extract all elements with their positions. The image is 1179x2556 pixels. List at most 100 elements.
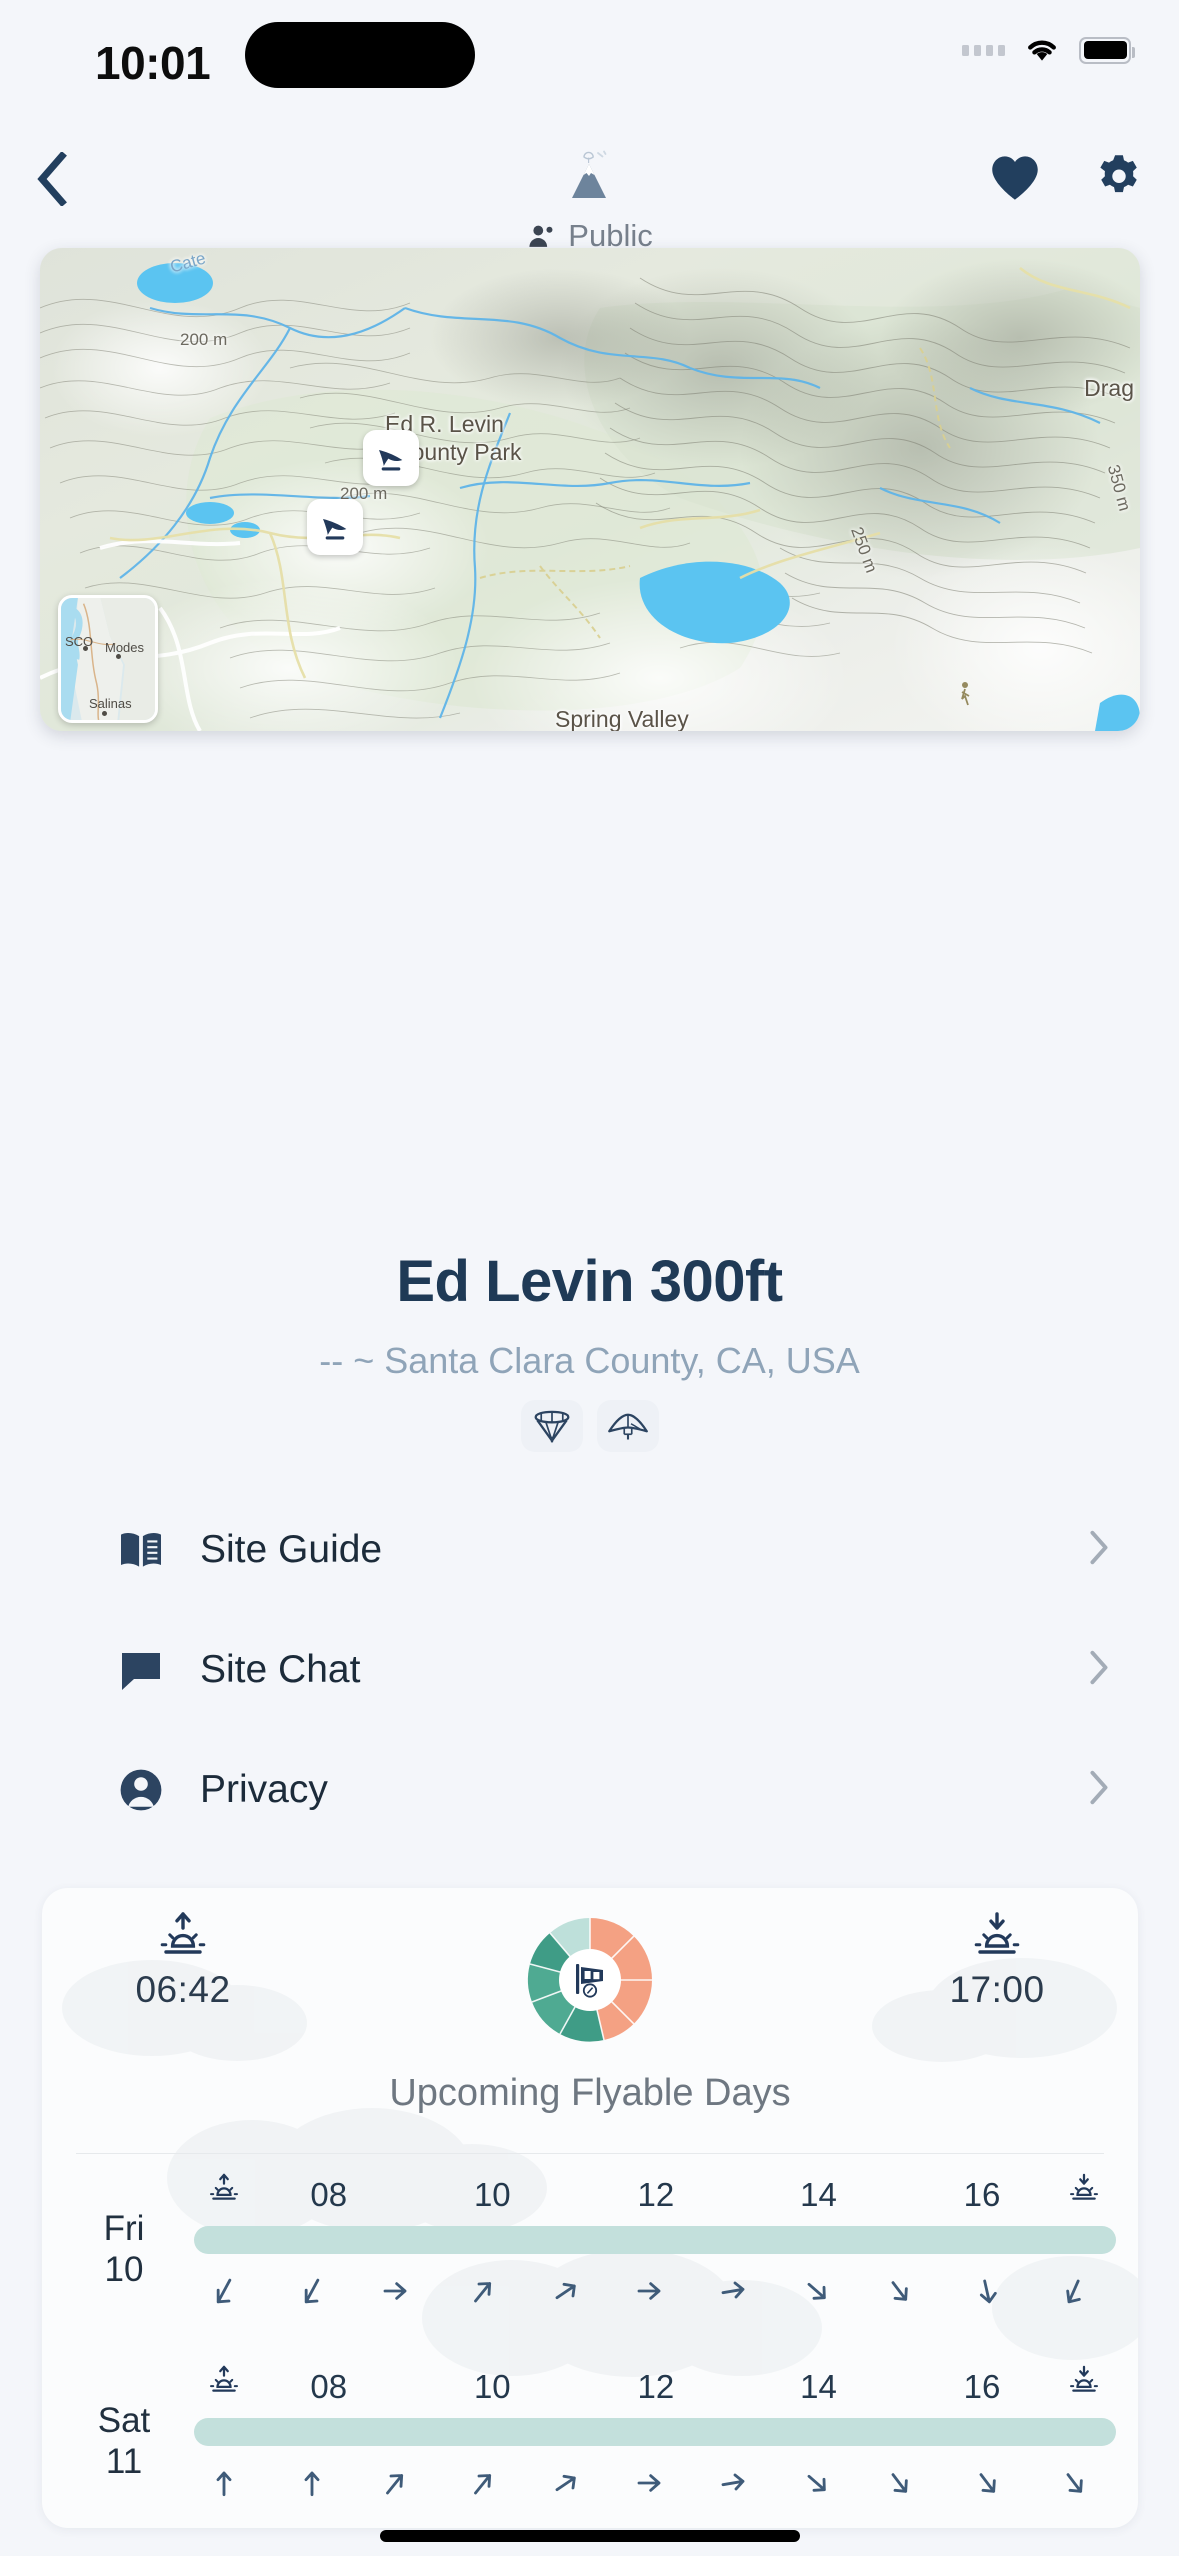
signal-dots-icon [962,44,1005,56]
menu-item-privacy[interactable]: Privacy [0,1730,1179,1850]
day-weekday: Fri [103,2209,145,2248]
hour-axis: 08 10 12 14 16 [192,2173,1116,2216]
sun-times-row: 06:42 17:00 [42,1888,1138,2074]
menu-label-privacy: Privacy [200,1768,328,1811]
inset-label-2: Modes [105,640,145,655]
wind-arrow-e [380,2274,410,2313]
favorite-button[interactable] [987,149,1043,207]
wifi-icon [1028,40,1056,61]
dynamic-island [245,22,475,88]
day-weekday: Sat [97,2401,151,2440]
page-subtitle: -- ~ Santa Clara County, CA, USA [319,1340,860,1381]
mountain-paraglider-logo-icon [571,150,606,198]
inset-dot-2 [116,654,121,659]
paraglider-launch-icon [379,450,403,471]
status-bar: 10:01 [0,0,1179,135]
wind-arrow-ne [468,2274,498,2313]
menu-label-site-guide: Site Guide [200,1528,383,1571]
sunset-block: 17:00 [892,1912,1102,2011]
wind-arrow-se [801,2466,831,2505]
paraglider-badge[interactable] [520,1400,583,1452]
sunset-icon [974,1912,1020,1954]
flyable-days-card: 06:42 17:00 Upcoming Flyable Days Fri 10… [42,1888,1138,2528]
contour-label-1: 200 m [180,330,228,349]
hour-label: 10 [473,2368,511,2405]
wind-arrow-s [972,2466,1002,2505]
wind-arrow-sw [1059,2466,1089,2505]
sunrise-icon [160,1912,206,1954]
day-label: Sat 11 [76,2400,172,2483]
wind-arrow-se [801,2274,831,2313]
hour-label: 10 [473,2176,511,2213]
inset-dot-1 [83,646,88,651]
wind-arrow-ne [380,2466,410,2505]
forecast-divider [76,2153,1104,2154]
chevron-right-icon [1089,1770,1109,1811]
map-canvas [40,248,1140,731]
wind-arrow-sw [209,2274,239,2313]
hour-label: 14 [800,2368,837,2405]
inset-label-3: Salinas [89,696,132,711]
back-button[interactable] [22,149,82,209]
hour-axis: 08 10 12 14 16 [192,2365,1116,2408]
forecast-day-row[interactable]: Fri 10 08 10 12 14 16 [42,2166,1138,2366]
hour-label: 08 [310,2368,348,2405]
hangglider-icon [607,1413,648,1440]
flyable-window-bar [194,2226,1116,2254]
sunset-icon [1069,2365,1099,2400]
wind-arrow-sw [1059,2274,1089,2313]
navigation-bar [0,135,1179,220]
battery-icon [1079,36,1135,64]
wind-arrow-e [634,2466,664,2505]
map-inset-overview[interactable]: SCO Modes Salinas [58,595,158,723]
sunset-icon [1069,2173,1099,2208]
person-circle-icon [118,1768,164,1812]
hangglider-badge[interactable] [596,1400,659,1452]
chevron-left-icon [37,152,67,206]
inset-label-1: SCO [65,634,94,649]
gear-icon [1100,155,1137,193]
status-bar-indicators [962,36,1135,64]
hour-label: 16 [963,2368,1001,2405]
wind-arrow-e [718,2466,748,2505]
forecast-heading: Upcoming Flyable Days [389,2072,791,2114]
forecast-day-row[interactable]: Sat 11 08 10 12 14 16 [42,2358,1138,2528]
people-icon [529,225,553,247]
wind-arrow-s [972,2274,1002,2313]
site-map[interactable]: 200 m 200 m 250 m 350 m Cate Ed R. Levin… [40,248,1140,731]
status-bar-time: 10:01 [95,37,211,89]
wind-arrow-se [884,2466,914,2505]
book-icon [118,1530,164,1570]
app-logo [555,149,625,207]
flyable-window-bar [194,2418,1116,2446]
paraglider-launch-icon [323,519,347,540]
site-badges [0,1400,1179,1452]
site-menu: Site Guide Site Chat Privacy [0,1490,1179,1850]
day-number: 11 [105,2442,143,2482]
wind-arrows-row [192,2466,1116,2516]
wind-arrow-sw [297,2274,327,2313]
page-title: Ed Levin 300ft [396,1249,783,1314]
wind-arrow-e [634,2274,664,2313]
settings-button[interactable] [1091,149,1147,207]
hour-label: 16 [963,2176,1001,2213]
day-number: 10 [104,2250,144,2290]
navbar-actions [987,149,1147,207]
launch-marker-2[interactable] [307,499,363,555]
wind-arrow-n [209,2466,239,2505]
sunset-time: 17:00 [949,1969,1045,2010]
sunrise-block: 06:42 [78,1912,288,2011]
sunrise-icon [209,2173,239,2208]
wind-arrows-row [192,2274,1116,2324]
wind-arrow-e [718,2274,748,2313]
hour-label: 12 [637,2176,675,2213]
menu-item-site-guide[interactable]: Site Guide [0,1490,1179,1610]
menu-item-site-chat[interactable]: Site Chat [0,1610,1179,1730]
wind-arrow-n [297,2466,327,2505]
heart-icon [992,156,1038,200]
chat-bubble-icon [118,1649,164,1691]
hour-label: 14 [800,2176,837,2213]
launch-marker-1[interactable] [363,430,419,486]
sunrise-icon [209,2365,239,2400]
hour-label: 12 [637,2368,675,2405]
